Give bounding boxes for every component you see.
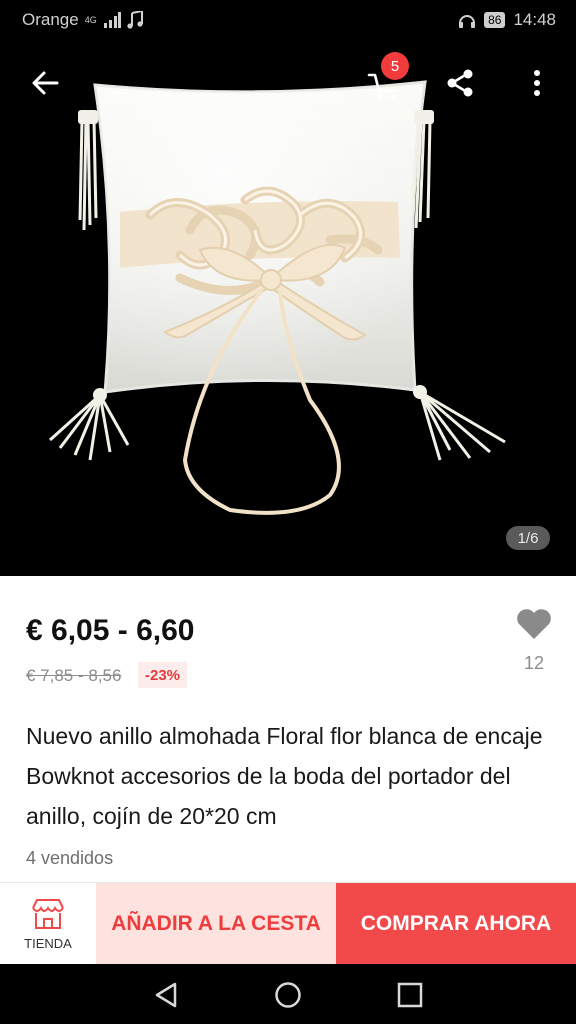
wishlist-count: 12 xyxy=(523,653,545,673)
circle-home-icon xyxy=(275,982,301,1008)
headphones-icon xyxy=(459,15,476,28)
store-icon xyxy=(32,898,64,929)
music-note-icon xyxy=(127,11,143,29)
price: € 6,05 - 6,60 xyxy=(26,614,195,647)
status-bar: Orange 4G 86 14:48 xyxy=(0,0,576,40)
sold-count: 4 vendidos xyxy=(26,848,114,868)
share-icon xyxy=(447,69,473,97)
discount-badge: -23% xyxy=(138,662,188,688)
store-label: TIENDA xyxy=(24,935,72,951)
heart-icon xyxy=(517,609,551,639)
back-button[interactable] xyxy=(23,61,67,105)
product-image-gallery[interactable]: 5 1/6 xyxy=(0,40,576,576)
add-to-cart-button[interactable]: AÑADIR A LA CESTA xyxy=(96,883,336,965)
action-bar: TIENDA AÑADIR A LA CESTA COMPRAR AHORA xyxy=(0,882,576,965)
product-title: Nuevo anillo almohada Floral flor blanca… xyxy=(26,723,543,829)
original-price: € 7,85 - 8,56 xyxy=(26,666,122,685)
carrier-label: Orange xyxy=(22,10,79,29)
nav-recents-button[interactable] xyxy=(394,979,426,1011)
nav-back-button[interactable] xyxy=(150,979,182,1011)
battery-indicator: 86 xyxy=(484,12,506,28)
wishlist-button[interactable]: 12 xyxy=(516,608,552,674)
status-right: 86 14:48 xyxy=(458,10,556,30)
triangle-back-icon xyxy=(155,982,177,1008)
back-arrow-icon xyxy=(32,71,59,95)
cart-count-badge: 5 xyxy=(381,52,409,80)
signal-icon xyxy=(103,12,121,28)
clock: 14:48 xyxy=(513,10,556,29)
more-options-button[interactable] xyxy=(515,61,559,105)
square-recents-icon xyxy=(397,982,423,1008)
share-button[interactable] xyxy=(438,61,482,105)
store-button[interactable]: TIENDA xyxy=(0,883,96,965)
status-left: Orange 4G xyxy=(22,10,143,30)
more-vert-icon xyxy=(534,70,540,96)
nav-home-button[interactable] xyxy=(272,979,304,1011)
buy-now-button[interactable]: COMPRAR AHORA xyxy=(336,883,576,965)
system-nav-bar xyxy=(0,964,576,1024)
image-counter: 1/6 xyxy=(506,526,550,550)
network-label: 4G xyxy=(84,15,97,25)
product-info: € 6,05 - 6,60 € 7,85 - 8,56 -23% 12 Nuev… xyxy=(0,576,576,882)
product-image xyxy=(48,80,506,515)
